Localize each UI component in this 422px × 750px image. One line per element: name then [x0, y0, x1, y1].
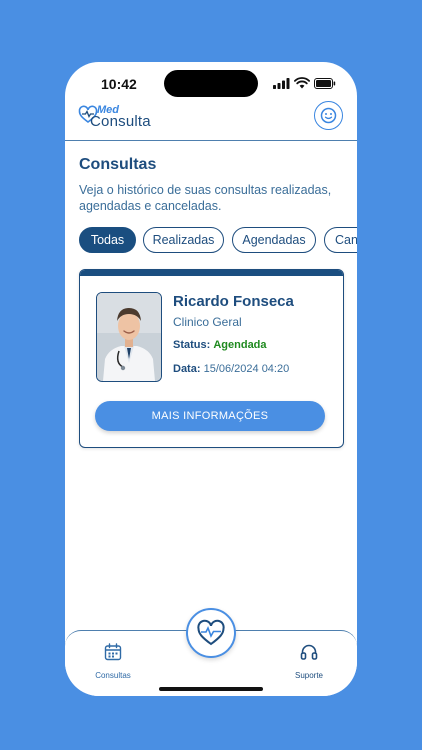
date-value: 15/06/2024 04:20 [203, 363, 290, 375]
appointment-card: Ricardo Fonseca Clinico Geral Status: Ag… [79, 269, 344, 448]
filter-agendadas[interactable]: Agendadas [232, 227, 316, 253]
doctor-photo [96, 292, 162, 382]
card-accent-bar [80, 270, 343, 276]
dynamic-island [164, 70, 258, 97]
signal-icon [273, 78, 290, 89]
battery-icon [314, 78, 336, 89]
logo-text-consulta: Consulta [90, 113, 151, 130]
doctor-specialty: Clinico Geral [173, 315, 242, 329]
filter-chips: Todas Realizadas Agendadas Canceladas [79, 227, 357, 255]
date-label: Data: [173, 363, 201, 375]
profile-button[interactable] [314, 101, 343, 130]
page-title: Consultas [79, 156, 157, 173]
phone-screen: 10:42 Med Consulta Consultas Veja o hist… [65, 62, 357, 696]
filter-canceladas[interactable]: Canceladas [324, 227, 357, 253]
nav-suporte-label: Suporte [294, 671, 324, 680]
home-center-button[interactable] [186, 608, 236, 658]
medconsulta-logo: Med Consulta [78, 102, 158, 130]
status-time: 10:42 [101, 76, 137, 92]
headphones-icon [300, 644, 318, 660]
doctor-name: Ricardo Fonseca [173, 293, 294, 310]
heart-stethoscope-icon [197, 619, 225, 646]
more-info-button[interactable]: MAIS INFORMAÇÕES [95, 401, 325, 431]
filter-todas[interactable]: Todas [79, 227, 136, 253]
page-description: Veja o histórico de suas consultas reali… [79, 183, 332, 213]
wifi-icon [294, 77, 310, 89]
appointment-date: Data: 15/06/2024 04:20 [173, 363, 289, 375]
status-value: Agendada [213, 339, 267, 351]
nav-consultas[interactable]: Consultas [83, 643, 143, 680]
home-indicator [159, 687, 263, 691]
appointment-status: Status: Agendada [173, 339, 267, 351]
doctor-portrait-icon [97, 293, 161, 381]
nav-consultas-label: Consultas [95, 671, 131, 680]
filter-realizadas[interactable]: Realizadas [143, 227, 224, 253]
app-header: Med Consulta [65, 96, 357, 141]
smiley-face-icon [320, 107, 337, 124]
status-label: Status: [173, 339, 211, 351]
nav-suporte[interactable]: Suporte [279, 643, 339, 680]
calendar-icon [104, 643, 122, 661]
